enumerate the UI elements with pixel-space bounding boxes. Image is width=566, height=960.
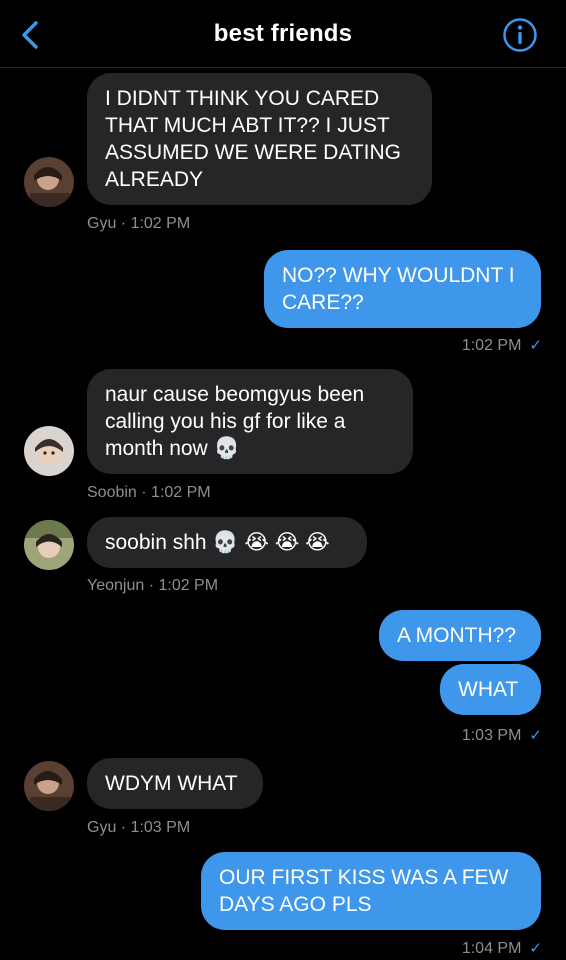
message-text: soobin shh 💀 😭 😭 😭 (105, 531, 330, 554)
message-meta: Gyu · 1:02 PM (87, 215, 191, 232)
message-bubble[interactable]: WHAT (440, 664, 541, 715)
avatar-gyu[interactable] (24, 157, 74, 207)
message-text: WDYM WHAT (105, 772, 238, 795)
info-button[interactable] (502, 17, 538, 53)
message-meta: 1:04 PM ✓ (462, 939, 542, 958)
message-bubble[interactable]: OUR FIRST KISS WAS A FEW DAYS AGO PLS (201, 852, 541, 930)
message-meta: Gyu · 1:03 PM (87, 819, 191, 836)
message-bubble[interactable]: naur cause beomgyus been calling you his… (87, 369, 413, 474)
profile-photo (24, 520, 74, 570)
timestamp: 1:02 PM (461, 337, 522, 354)
message-text: OUR FIRST KISS WAS A FEW DAYS AGO PLS (219, 866, 509, 916)
message-bubble[interactable]: WDYM WHAT (87, 758, 263, 809)
message-meta: Yeonjun · 1:02 PM (87, 577, 219, 594)
timestamp: 1:03 PM (461, 727, 522, 744)
message-text: A MONTH?? (397, 624, 517, 647)
info-circle-icon (503, 18, 537, 52)
read-check-icon: ✓ (529, 727, 542, 744)
profile-photo (24, 761, 74, 811)
profile-photo (24, 426, 74, 476)
message-meta: Soobin · 1:02 PM (87, 484, 211, 501)
message-text: I DIDNT THINK YOU CARED THAT MUCH ABT IT… (105, 87, 401, 191)
read-check-icon: ✓ (529, 940, 542, 957)
avatar-gyu[interactable] (24, 761, 74, 811)
message-meta: 1:02 PM ✓ (462, 336, 542, 355)
chat-header: best friends (0, 0, 566, 68)
message-bubble[interactable]: NO?? WHY WOULDNT I CARE?? (264, 250, 541, 328)
read-check-icon: ✓ (529, 337, 542, 354)
message-meta: 1:03 PM ✓ (462, 726, 542, 745)
message-bubble[interactable]: I DIDNT THINK YOU CARED THAT MUCH ABT IT… (87, 73, 432, 205)
avatar-yeonjun[interactable] (24, 520, 74, 570)
chat-title[interactable]: best friends (0, 20, 566, 48)
timestamp: 1:04 PM (461, 940, 522, 957)
message-text: NO?? WHY WOULDNT I CARE?? (282, 264, 515, 314)
message-text: WHAT (458, 678, 519, 701)
message-bubble[interactable]: A MONTH?? (379, 610, 541, 661)
avatar-soobin[interactable] (24, 426, 74, 476)
message-bubble[interactable]: soobin shh 💀 😭 😭 😭 (87, 517, 367, 568)
message-text: naur cause beomgyus been calling you his… (105, 383, 365, 460)
profile-photo (24, 157, 74, 207)
